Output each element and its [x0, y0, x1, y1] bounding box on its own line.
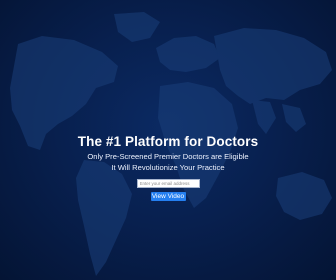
hero-headline: The #1 Platform for Doctors [77, 134, 259, 149]
greenland-shape [114, 12, 160, 42]
europe-shape [156, 36, 220, 72]
asia-shape [214, 28, 332, 104]
hero-content: The #1 Platform for Doctors Only Pre-Scr… [0, 134, 336, 201]
email-field[interactable] [136, 179, 200, 188]
hero-section: The #1 Platform for Doctors Only Pre-Scr… [0, 0, 336, 280]
hero-subline-1: Only Pre-Screened Premier Doctors are El… [87, 152, 249, 161]
southeast-asia-shape [282, 104, 306, 132]
hero-subline-2: It Will Revolutionize Your Practice [111, 162, 225, 172]
north-america-shape [10, 36, 118, 150]
india-shape [252, 100, 276, 134]
view-video-button[interactable]: View Video [150, 192, 186, 201]
